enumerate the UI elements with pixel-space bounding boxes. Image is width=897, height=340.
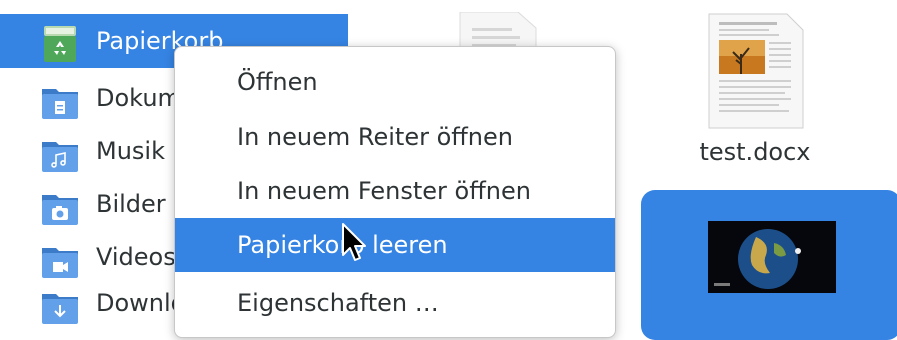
menu-item-label: In neuem Reiter öffnen: [237, 123, 513, 151]
folder-music-icon: [42, 142, 78, 172]
trash-icon: [44, 26, 76, 62]
context-menu: Öffnen In neuem Reiter öffnen In neuem F…: [174, 46, 616, 338]
document-icon[interactable]: [705, 12, 805, 130]
menu-item-properties[interactable]: Eigenschaften …: [175, 276, 615, 330]
file-name-label[interactable]: test.docx: [690, 138, 820, 166]
folder-pictures-icon: [42, 195, 78, 225]
menu-item-label: Eigenschaften …: [237, 289, 439, 317]
sidebar-item-label: Musik: [96, 137, 165, 165]
text-file-icon[interactable]: [458, 12, 538, 50]
menu-item-label: Öffnen: [237, 68, 318, 96]
sidebar-item-label: Bilder: [96, 190, 166, 218]
menu-item-open-in-new-tab[interactable]: In neuem Reiter öffnen: [175, 110, 615, 164]
menu-item-open[interactable]: Öffnen: [175, 55, 615, 109]
folder-documents-icon: [42, 89, 78, 119]
video-thumbnail: [708, 221, 836, 293]
folder-videos-icon: [42, 248, 78, 278]
menu-item-open-in-new-window[interactable]: In neuem Fenster öffnen: [175, 164, 615, 218]
mouse-pointer-icon: [342, 223, 366, 261]
folder-downloads-icon: [42, 294, 78, 324]
menu-item-empty-trash[interactable]: Papierkorb leeren: [175, 218, 615, 272]
menu-item-label: In neuem Fenster öffnen: [237, 177, 531, 205]
